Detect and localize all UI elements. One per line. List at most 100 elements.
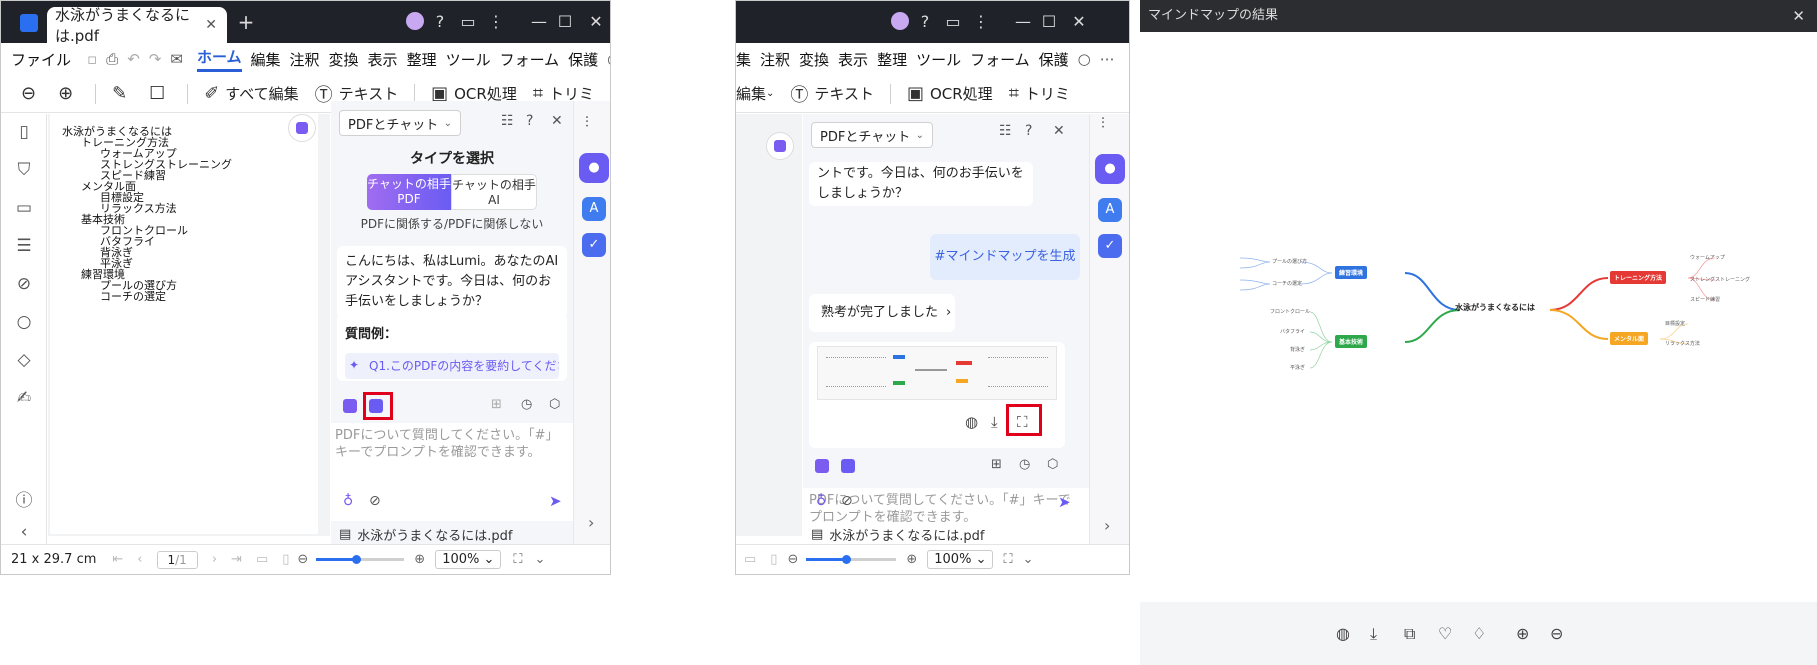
- settings-hex-icon[interactable]: ⬡: [549, 397, 560, 412]
- menu-protect[interactable]: 保護: [568, 49, 598, 70]
- globe-icon[interactable]: ◍: [965, 412, 978, 432]
- zoom-select[interactable]: 100% ⌄: [927, 550, 994, 569]
- history-icon[interactable]: ☷: [999, 123, 1012, 139]
- shape-button[interactable]: ☐: [149, 83, 171, 104]
- mindmap-leaf[interactable]: スピード練習: [1690, 296, 1720, 303]
- attachment-icon[interactable]: ⊘: [13, 274, 35, 294]
- more-status-icon[interactable]: ⌄: [1023, 552, 1034, 567]
- menu-edit[interactable]: 集: [736, 49, 751, 70]
- menu-home[interactable]: ホーム: [196, 46, 242, 72]
- pdf-chat-tool-icon[interactable]: [815, 459, 829, 473]
- mindmap-leaf[interactable]: リラックス方法: [1665, 340, 1700, 347]
- chat-mode-dropdown[interactable]: PDFとチャット ⌄: [339, 110, 461, 136]
- zoom-in-button[interactable]: ⊕: [58, 83, 79, 104]
- search-icon[interactable]: ○: [1078, 50, 1091, 68]
- send-icon[interactable]: ➤: [549, 493, 562, 510]
- signature-icon[interactable]: ✍: [13, 388, 35, 408]
- menu-tools[interactable]: ツール: [916, 49, 961, 70]
- send-icon[interactable]: ➤: [1058, 493, 1071, 511]
- zoom-slider[interactable]: [806, 555, 897, 564]
- help-sidebar-icon[interactable]: ⓘ: [13, 486, 35, 511]
- comment-icon[interactable]: ▭: [13, 198, 35, 218]
- copy-icon[interactable]: ⧉: [1404, 624, 1415, 644]
- properties-icon[interactable]: ⫶: [1101, 114, 1105, 132]
- pdf-chat-tool-icon[interactable]: [343, 399, 357, 413]
- chat-with-pdf-option[interactable]: チャットの相手 PDF: [367, 174, 451, 210]
- menu-view[interactable]: 表示: [838, 49, 868, 70]
- zoom-in-small-icon[interactable]: ⊕: [906, 552, 917, 567]
- menu-tools[interactable]: ツール: [446, 49, 491, 70]
- ai-assistant-bubble-icon[interactable]: [766, 132, 794, 160]
- layers-list-icon[interactable]: ☰: [13, 236, 35, 256]
- outline-item[interactable]: コーチの選定: [62, 291, 232, 302]
- feedback-icon[interactable]: ▭: [457, 12, 479, 32]
- close-window-icon[interactable]: ✕: [1068, 12, 1090, 32]
- bookmark-icon[interactable]: ⛉: [13, 160, 35, 180]
- mindmap-leaf[interactable]: ウォームアップ: [1690, 254, 1725, 261]
- fullscreen-icon[interactable]: ⛶: [1003, 552, 1012, 567]
- chat-with-ai-option[interactable]: チャットの相手 AI: [451, 174, 537, 210]
- history-icon[interactable]: ☷: [501, 113, 514, 129]
- search-sidebar-icon[interactable]: ○: [13, 312, 35, 332]
- page-input[interactable]: 1/1: [156, 550, 198, 569]
- thinking-status[interactable]: 熟考が完了しました ›: [809, 294, 955, 332]
- zoom-out-button[interactable]: ⊖: [21, 83, 42, 104]
- prev-page-icon[interactable]: ‹: [137, 552, 142, 567]
- fit-page-icon[interactable]: ▭: [744, 552, 756, 567]
- outline-item[interactable]: メンタル面: [62, 181, 232, 192]
- feedback-icon[interactable]: ▭: [942, 12, 964, 32]
- save-icon[interactable]: ▫: [87, 50, 97, 68]
- mindmap-leaf[interactable]: フロントクロール: [1270, 308, 1310, 315]
- globe-icon[interactable]: ◍: [1336, 624, 1350, 643]
- thumbs-up-icon[interactable]: ♡: [1438, 624, 1452, 643]
- more-icon[interactable]: ⋮: [485, 12, 507, 32]
- download-icon[interactable]: ⤓: [991, 412, 998, 432]
- text-button[interactable]: Ⓣ テキスト: [790, 81, 874, 107]
- mindmap-node-training[interactable]: トレーニング方法: [1610, 271, 1667, 284]
- minimize-icon[interactable]: —: [1012, 12, 1034, 32]
- help-icon[interactable]: ?: [1025, 123, 1032, 139]
- ocr-button[interactable]: ▣ OCR処理: [907, 83, 993, 104]
- menu-edit[interactable]: 編集: [251, 49, 281, 70]
- menu-annotate[interactable]: 注釈: [760, 49, 790, 70]
- ai-chat-rail-icon[interactable]: ●: [1095, 154, 1125, 184]
- check-doc-icon[interactable]: ✓: [582, 233, 606, 257]
- chat-input[interactable]: PDFについて質問してください。「#」キーでプロンプトを確認できます。 ♁ ⊘ …: [331, 423, 573, 521]
- page-thumbnail-icon[interactable]: ▯: [13, 122, 35, 142]
- zoom-in-icon[interactable]: ⊕: [1516, 624, 1529, 643]
- menu-organize[interactable]: 整理: [877, 49, 907, 70]
- highlight-button[interactable]: ✎: [112, 83, 133, 104]
- history-clock-icon[interactable]: ◷: [521, 397, 532, 412]
- example-question-1[interactable]: ✦ Q1.このPDFの内容を要約してください: [345, 353, 559, 379]
- zoom-out-small-icon[interactable]: ⊖: [787, 552, 798, 567]
- first-page-icon[interactable]: ⇤: [112, 552, 123, 567]
- mindmap-leaf[interactable]: ストレングストレーニング: [1690, 276, 1750, 283]
- download-icon[interactable]: ⤓: [1370, 624, 1377, 644]
- check-doc-icon[interactable]: ✓: [1098, 234, 1122, 258]
- minimize-icon[interactable]: —: [528, 12, 550, 32]
- close-mindmap-icon[interactable]: ✕: [1792, 0, 1805, 32]
- settings-hex-icon[interactable]: ⬡: [1047, 457, 1058, 472]
- thumbs-down-icon[interactable]: ♢: [1472, 624, 1486, 643]
- history-clock-icon[interactable]: ◷: [1019, 457, 1030, 472]
- fit-page-icon[interactable]: ▭: [256, 552, 268, 567]
- single-page-icon[interactable]: ▯: [770, 552, 777, 567]
- lightbulb-icon[interactable]: ♁: [343, 493, 353, 510]
- mindmap-tool-icon[interactable]: [841, 459, 855, 473]
- chat-mode-dropdown[interactable]: PDFとチャット ⌄: [811, 122, 933, 148]
- ai-assistant-bubble-icon[interactable]: [288, 114, 316, 142]
- redo-icon[interactable]: ↷: [149, 50, 162, 68]
- menu-annotate[interactable]: 注釈: [290, 49, 320, 70]
- mail-icon[interactable]: ✉: [170, 50, 183, 68]
- mindmap-thumbnail[interactable]: [817, 346, 1057, 400]
- attach-icon[interactable]: ⊘: [369, 493, 381, 510]
- menu-form[interactable]: フォーム: [970, 49, 1030, 70]
- mindmap-leaf[interactable]: コーチの選定: [1272, 280, 1302, 287]
- next-page-icon[interactable]: ›: [212, 552, 217, 567]
- new-chat-icon[interactable]: ⊞: [991, 457, 1002, 472]
- mindmap-center-node[interactable]: 水泳がうまくなるには: [1455, 302, 1535, 313]
- mindmap-canvas[interactable]: 水泳がうまくなるには 練習環境 基本技術 トレーニング方法 メンタル面 プールの…: [1140, 32, 1817, 602]
- layers-icon[interactable]: ◇: [13, 350, 35, 370]
- help-icon[interactable]: ?: [429, 12, 451, 32]
- attached-file[interactable]: ▤ 水泳がうまくなるには.pdf: [339, 525, 513, 544]
